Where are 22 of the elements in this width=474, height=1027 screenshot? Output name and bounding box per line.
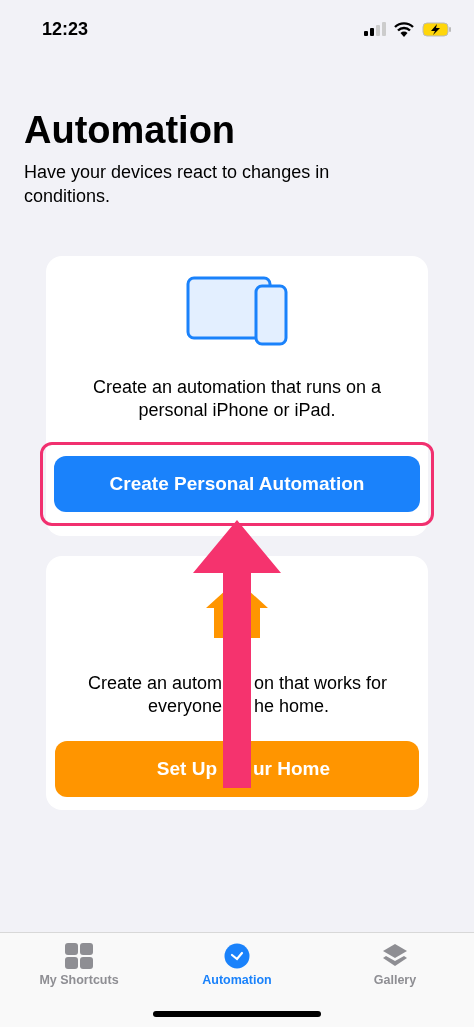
tab-bar-item[interactable]: Automation <box>158 933 316 1027</box>
battery-charging-icon <box>422 21 452 37</box>
button-label: Set Up <box>155 756 217 781</box>
layers-icon <box>382 943 408 969</box>
card-description: Create an autom <box>86 672 222 695</box>
card-description: he home. <box>254 695 331 718</box>
tab-bar-item[interactable]: My Shortcuts <box>0 933 158 1027</box>
create-automation-button[interactable]: Create Personal Automation <box>54 456 420 512</box>
page-subtitle: Have your devices react to changes in conditions. <box>24 161 331 208</box>
card-description: on that works for <box>254 672 389 695</box>
clock-check-icon <box>223 943 251 969</box>
button-label: ur Home <box>253 756 332 781</box>
status-time: 12:23 <box>42 17 89 41</box>
card-description: Create an automation that runs on a personal iPhone or iPad. <box>91 376 383 422</box>
wifi-icon <box>394 21 414 37</box>
set-up-home-button[interactable]: Set Up ur Home <box>55 741 419 797</box>
tab-bar-item[interactable]: Gallery <box>316 933 474 1027</box>
signal-icon <box>364 22 386 36</box>
card-description: everyone <box>146 695 222 718</box>
devices-icon <box>186 276 288 346</box>
page-title: Automation <box>24 108 237 152</box>
grid-icon <box>65 943 93 969</box>
